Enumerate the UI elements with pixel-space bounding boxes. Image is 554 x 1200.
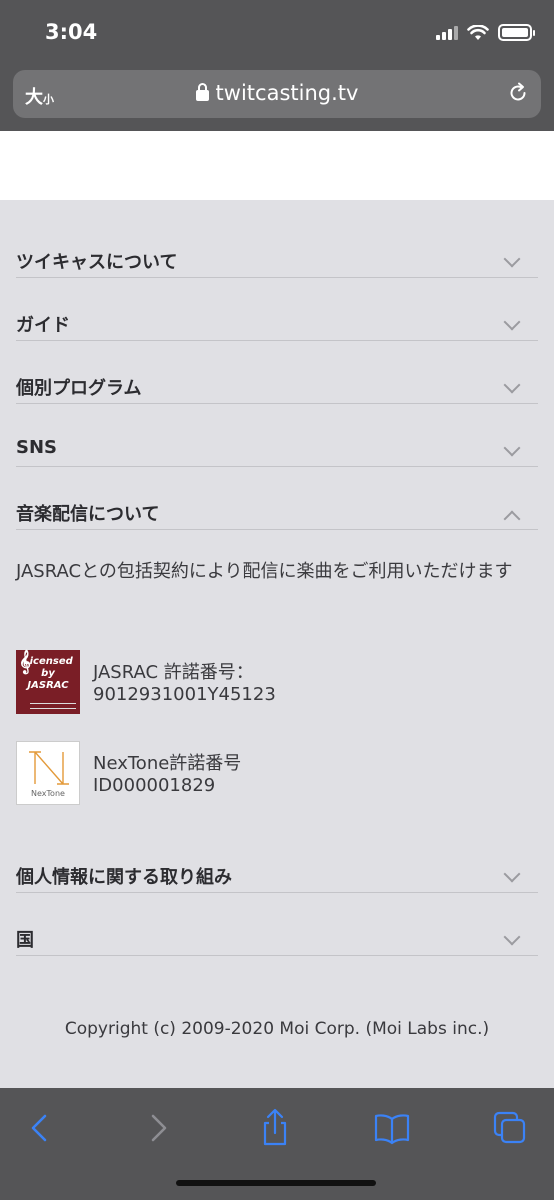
treble-clef-icon: 𝄞 xyxy=(19,649,31,673)
footer-menu: ツイキャスについて ガイド 個別プログラム SNS 音楽配信について JASRA… xyxy=(0,200,554,1088)
nextone-logo: NexTone xyxy=(16,741,80,805)
jasrac-license: 𝄞 Licensed by JASRAC JASRAC 許諾番号： 901293… xyxy=(16,650,538,714)
reload-icon[interactable] xyxy=(507,82,529,104)
jasrac-logo: 𝄞 Licensed by JASRAC xyxy=(16,650,80,714)
tabs-icon[interactable] xyxy=(488,1108,532,1148)
status-time: 3:04 xyxy=(45,20,98,44)
url-text: twitcasting.tv xyxy=(215,81,359,105)
music-description: JASRACとの包括契約により配信に楽曲をご利用いただけます xyxy=(16,561,513,582)
copyright-text: Copyright (c) 2009-2020 Moi Corp. (Moi L… xyxy=(64,1019,490,1039)
home-indicator xyxy=(176,1180,376,1186)
chevron-down-icon xyxy=(503,250,521,268)
section-guide[interactable]: ガイド xyxy=(16,278,538,341)
section-country[interactable]: 国 xyxy=(16,893,538,956)
share-icon[interactable] xyxy=(253,1108,297,1148)
section-about-twitcasting[interactable]: ツイキャスについて xyxy=(16,215,538,278)
back-icon[interactable] xyxy=(18,1108,62,1148)
nextone-license: NexTone NexTone許諾番号 ID000001829 xyxy=(16,741,538,805)
section-privacy[interactable]: 個人情報に関する取り組み xyxy=(16,830,538,893)
chevron-down-icon xyxy=(503,439,521,457)
chevron-down-icon xyxy=(503,928,521,946)
section-programs[interactable]: 個別プログラム xyxy=(16,341,538,404)
jasrac-license-text: JASRAC 許諾番号： 9012931001Y45123 xyxy=(93,662,276,705)
chevron-up-icon xyxy=(503,510,521,528)
cellular-signal-icon xyxy=(436,25,458,40)
status-icons xyxy=(436,24,535,41)
forward-icon[interactable] xyxy=(136,1108,180,1148)
page-header-area xyxy=(0,131,554,200)
chevron-down-icon xyxy=(503,376,521,394)
browser-top-chrome: 3:04 大小 twitcasting.tv xyxy=(0,0,554,131)
section-music-distribution[interactable]: 音楽配信について xyxy=(16,467,538,530)
url-display[interactable]: twitcasting.tv xyxy=(13,81,541,105)
wifi-icon xyxy=(467,24,489,40)
chevron-down-icon xyxy=(503,313,521,331)
address-bar[interactable]: 大小 twitcasting.tv xyxy=(13,70,541,118)
lock-icon xyxy=(195,83,209,101)
battery-icon xyxy=(498,24,535,41)
section-sns[interactable]: SNS xyxy=(16,404,538,467)
bookmarks-icon[interactable] xyxy=(370,1108,414,1148)
chevron-down-icon xyxy=(503,865,521,883)
nextone-license-text: NexTone許諾番号 ID000001829 xyxy=(93,753,242,796)
